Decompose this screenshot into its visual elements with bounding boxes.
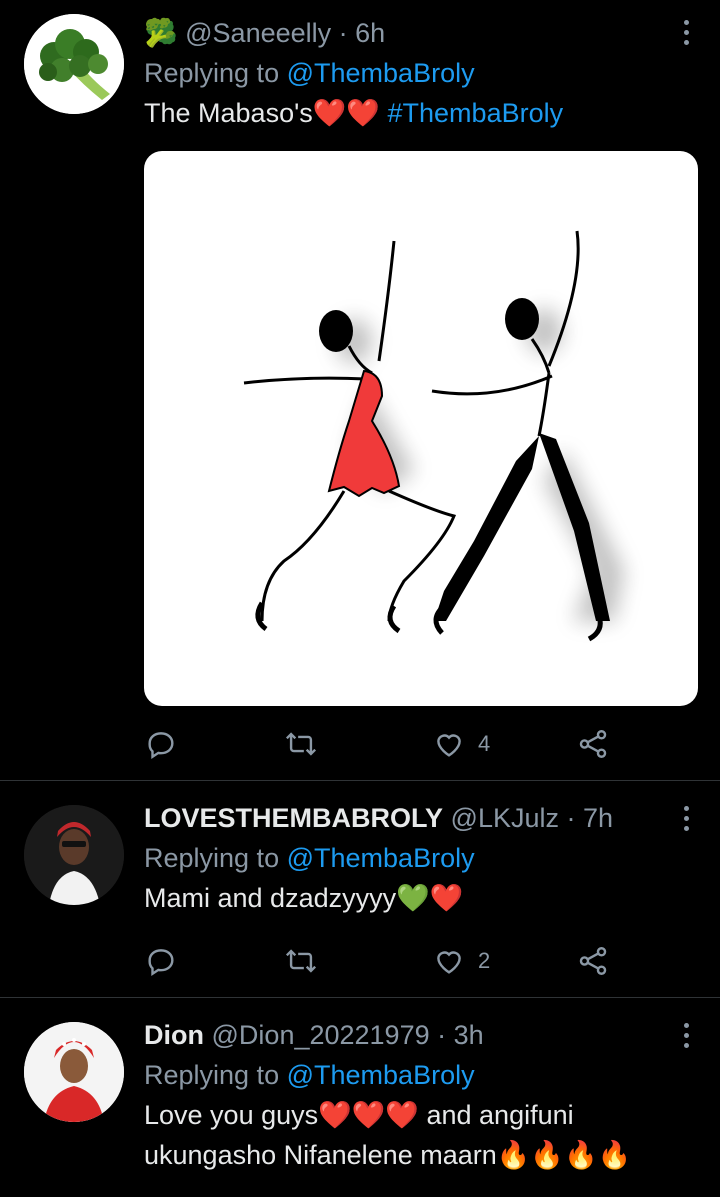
- tweet-time[interactable]: · 3h: [437, 1020, 484, 1050]
- user-handle[interactable]: @LKJulz: [451, 803, 559, 833]
- replying-to-line: Replying to @ThembaBroly: [144, 1055, 680, 1095]
- tweet-1[interactable]: 🥦 @Saneeelly · 6h Replying to @ThembaBro…: [0, 0, 720, 780]
- user-display-name[interactable]: Dion: [144, 1020, 204, 1050]
- retweet-icon: [285, 949, 317, 973]
- retweet-button[interactable]: [284, 724, 318, 764]
- avatar-broccoli[interactable]: [24, 14, 124, 114]
- retweet-icon: [285, 732, 317, 756]
- heart-emoji-icon: 💚❤️: [396, 883, 464, 913]
- tweet-actions: 4: [144, 724, 614, 764]
- like-button[interactable]: 4: [432, 724, 490, 764]
- like-icon: [437, 951, 461, 974]
- tweet-actions: 2: [144, 941, 614, 981]
- avatar-lkjulz[interactable]: [24, 805, 124, 905]
- reply-icon: [148, 732, 174, 759]
- tweet-media-image[interactable]: [144, 151, 698, 706]
- replying-to-handle[interactable]: @ThembaBroly: [287, 58, 475, 88]
- user-handle[interactable]: @Dion_20221979: [212, 1020, 430, 1050]
- share-button[interactable]: [576, 724, 610, 764]
- heart-emoji-icon: ❤️❤️: [312, 98, 380, 128]
- replying-to-handle[interactable]: @ThembaBroly: [287, 843, 475, 873]
- tweet-text: The Mabaso's❤️❤️ #ThembaBroly: [144, 93, 680, 133]
- fire-emoji-icon: 🔥🔥🔥🔥: [496, 1140, 632, 1170]
- more-icon[interactable]: [676, 798, 696, 838]
- tweet-text-main: Mami and dzadzyyyy: [144, 883, 397, 913]
- tweet-header: 🥦 @Saneeelly · 6h: [144, 13, 680, 53]
- tweet-time[interactable]: · 6h: [339, 18, 386, 48]
- replying-prefix: Replying to: [144, 843, 280, 873]
- replying-to-line: Replying to @ThembaBroly: [144, 53, 680, 93]
- replying-prefix: Replying to: [144, 1060, 280, 1090]
- tweet-text-line-2: ukungasho Nifanelene maarn🔥🔥🔥🔥: [144, 1135, 680, 1175]
- tweet-3[interactable]: Dion @Dion_20221979 · 3h Replying to @Th…: [0, 998, 720, 1197]
- user-avatar-image: [24, 1022, 124, 1122]
- avatar-dion[interactable]: [24, 1022, 124, 1122]
- tweet-time[interactable]: · 7h: [567, 803, 614, 833]
- emoji-broccoli-icon: 🥦: [144, 18, 178, 48]
- tweet-text: Mami and dzadzyyyy💚❤️: [144, 878, 680, 918]
- like-icon: [437, 734, 461, 757]
- share-icon: [579, 947, 607, 975]
- reply-icon: [148, 949, 174, 976]
- retweet-button[interactable]: [284, 941, 318, 981]
- tweet-text-main: The Mabaso's: [144, 98, 313, 128]
- replying-to-line: Replying to @ThembaBroly: [144, 838, 680, 878]
- tweet-header: Dion @Dion_20221979 · 3h: [144, 1015, 680, 1055]
- like-count: 2: [478, 948, 491, 973]
- more-icon[interactable]: [676, 12, 696, 52]
- tweet-text-continued: and angifuni: [418, 1100, 574, 1130]
- reply-button[interactable]: [144, 941, 178, 981]
- broccoli-avatar-image: [24, 14, 124, 114]
- hashtag-link[interactable]: #ThembaBroly: [388, 98, 564, 128]
- replying-prefix: Replying to: [144, 58, 280, 88]
- share-button[interactable]: [576, 941, 610, 981]
- reply-button[interactable]: [144, 724, 178, 764]
- tweet-text-main: Love you guys: [144, 1100, 319, 1130]
- heart-emoji-icon: ❤️❤️❤️: [318, 1100, 419, 1130]
- share-icon: [579, 730, 607, 758]
- tweet-header: LOVESTHEMBABROLY @LKJulz · 7h: [144, 798, 680, 838]
- like-button[interactable]: 2: [432, 941, 490, 981]
- user-avatar-image: [24, 805, 124, 905]
- user-display-name[interactable]: LOVESTHEMBABROLY: [144, 803, 443, 833]
- dancing-couple-illustration: [243, 230, 625, 642]
- tweet-text-second: ukungasho Nifanelene maarn: [144, 1140, 497, 1170]
- tweet-2[interactable]: LOVESTHEMBABROLY @LKJulz · 7h Replying t…: [0, 781, 720, 997]
- replying-to-handle[interactable]: @ThembaBroly: [287, 1060, 475, 1090]
- tweet-text: Love you guys❤️❤️❤️ and angifuni: [144, 1095, 680, 1135]
- user-handle[interactable]: @Saneeelly: [185, 18, 331, 48]
- like-count: 4: [478, 731, 491, 756]
- more-icon[interactable]: [676, 1015, 696, 1055]
